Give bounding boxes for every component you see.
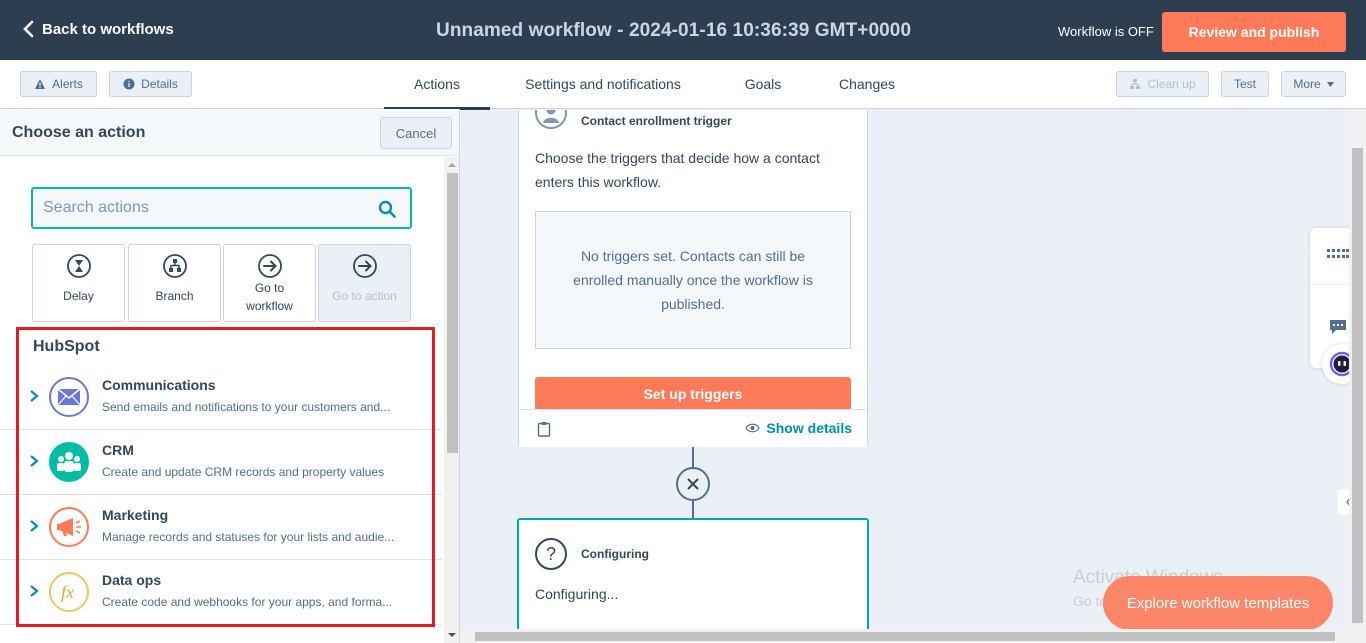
comment-icon[interactable] <box>1329 319 1347 335</box>
back-to-workflows-link[interactable]: Back to workflows <box>22 20 174 38</box>
tab-goals[interactable]: Goals <box>732 60 794 108</box>
workflow-title[interactable]: Unnamed workflow - 2024-01-16 10:36:39 G… <box>436 20 911 42</box>
explore-workflow-templates-button[interactable]: Explore workflow templates <box>1103 576 1333 630</box>
choose-action-panel: Choose an action Cancel Delay Branch Go … <box>0 109 460 643</box>
svg-text:fx: fx <box>61 582 74 602</box>
megaphone-icon <box>49 507 89 547</box>
function-icon: fx <box>49 572 89 612</box>
set-up-triggers-button[interactable]: Set up triggers <box>535 377 851 411</box>
remove-action-button[interactable] <box>676 467 710 501</box>
tab-actions[interactable]: Actions <box>384 60 490 110</box>
workflow-status: Workflow is OFF <box>1058 24 1154 39</box>
clean-up-button[interactable]: Clean up <box>1116 71 1209 97</box>
canvas-horizontal-scrollbar-thumb[interactable] <box>475 632 1335 641</box>
alerts-label: Alerts <box>52 77 83 91</box>
cleanup-icon <box>1130 79 1141 89</box>
scroll-down-arrow-icon[interactable] <box>447 631 457 639</box>
category-name: Communications <box>102 377 216 393</box>
category-data-ops[interactable]: fx Data ops Create code and webhooks for… <box>0 560 442 625</box>
top-bar: Back to workflows Unnamed workflow - 202… <box>0 0 1366 60</box>
connector-line <box>692 447 694 469</box>
delay-tile[interactable]: Delay <box>32 244 125 322</box>
show-details-link[interactable]: Show details <box>745 420 852 436</box>
test-button[interactable]: Test <box>1221 71 1269 97</box>
no-triggers-message: No triggers set. Contacts can still be e… <box>535 211 851 349</box>
go-to-workflow-label: Go to workflow <box>246 281 293 313</box>
chevron-left-icon <box>23 20 34 38</box>
more-button[interactable]: More <box>1281 71 1346 97</box>
category-description: Create code and webhooks for your apps, … <box>102 595 393 609</box>
panel-scrollbar-thumb[interactable] <box>447 173 458 453</box>
info-icon <box>123 78 135 90</box>
search-icon[interactable] <box>378 200 396 218</box>
show-details-label: Show details <box>766 420 852 436</box>
branch-icon <box>162 254 187 278</box>
tab-bar: Alerts Details Actions Settings and noti… <box>0 60 1366 110</box>
apps-grid-icon[interactable] <box>1327 249 1349 259</box>
more-label: More <box>1293 77 1321 91</box>
hubspot-section-title: HubSpot <box>33 338 100 355</box>
canvas-vertical-scrollbar-thumb[interactable] <box>1352 148 1363 623</box>
chevron-right-icon <box>30 455 39 467</box>
tab-changes[interactable]: Changes <box>826 60 908 108</box>
category-name: Data ops <box>102 572 162 588</box>
trigger-card-title: Contact enrollment trigger <box>581 114 732 128</box>
clipboard-icon[interactable] <box>537 421 551 437</box>
chevron-right-icon <box>30 520 39 532</box>
close-icon <box>687 478 699 490</box>
category-communications[interactable]: Communications Send emails and notificat… <box>0 365 442 430</box>
details-button[interactable]: Details <box>109 71 192 97</box>
tab-settings-and-notifications[interactable]: Settings and notifications <box>508 60 698 108</box>
category-crm[interactable]: CRM Create and update CRM records and pr… <box>0 430 442 495</box>
arrow-circle-icon <box>257 254 282 278</box>
chevron-right-icon <box>30 390 39 402</box>
branch-label: Branch <box>155 289 194 303</box>
configuring-text: Configuring... <box>535 586 619 602</box>
warning-icon <box>35 79 46 89</box>
alerts-button[interactable]: Alerts <box>20 71 97 97</box>
go-to-action-tile[interactable]: Go to action <box>318 244 411 322</box>
caret-down-icon <box>1326 81 1334 87</box>
configuring-action-card[interactable]: ? Configuring Configuring... <box>517 518 869 643</box>
workflow-canvas[interactable]: Contact enrollment trigger Choose the tr… <box>460 110 1366 643</box>
details-label: Details <box>141 77 178 91</box>
go-to-action-label: Go to action <box>332 289 397 303</box>
envelope-icon <box>49 377 89 417</box>
search-box <box>31 187 412 229</box>
branch-tile[interactable]: Branch <box>128 244 221 322</box>
panel-title: Choose an action <box>12 124 146 141</box>
trigger-card-text: Choose the triggers that decide how a co… <box>535 150 820 190</box>
clean-up-label: Clean up <box>1147 77 1196 91</box>
chevron-right-icon <box>30 585 39 597</box>
panel-header: Choose an action Cancel <box>0 109 459 156</box>
trigger-card-footer: Show details <box>519 409 867 447</box>
contact-icon <box>535 110 567 129</box>
hourglass-icon <box>66 254 91 278</box>
back-label: Back to workflows <box>42 20 174 38</box>
arrow-circle-icon <box>352 254 377 278</box>
category-name: CRM <box>102 442 134 458</box>
scroll-up-arrow-icon[interactable] <box>447 161 457 169</box>
delay-label: Delay <box>63 289 94 303</box>
search-actions-input[interactable] <box>43 198 363 218</box>
question-icon: ? <box>535 538 567 570</box>
connector-line <box>692 501 694 519</box>
go-to-workflow-tile[interactable]: Go to workflow <box>223 244 316 322</box>
category-description: Manage records and statuses for your lis… <box>102 530 395 544</box>
category-description: Create and update CRM records and proper… <box>102 465 385 479</box>
category-name: Marketing <box>102 507 169 523</box>
category-description: Send emails and notifications to your cu… <box>102 400 391 414</box>
review-and-publish-button[interactable]: Review and publish <box>1162 12 1346 52</box>
category-marketing[interactable]: Marketing Manage records and statuses fo… <box>0 495 442 560</box>
configuring-title: Configuring <box>581 547 649 561</box>
cancel-button[interactable]: Cancel <box>380 117 452 149</box>
enrollment-trigger-card[interactable]: Contact enrollment trigger Choose the tr… <box>518 110 868 447</box>
eye-icon <box>745 423 761 433</box>
people-icon <box>49 442 89 482</box>
